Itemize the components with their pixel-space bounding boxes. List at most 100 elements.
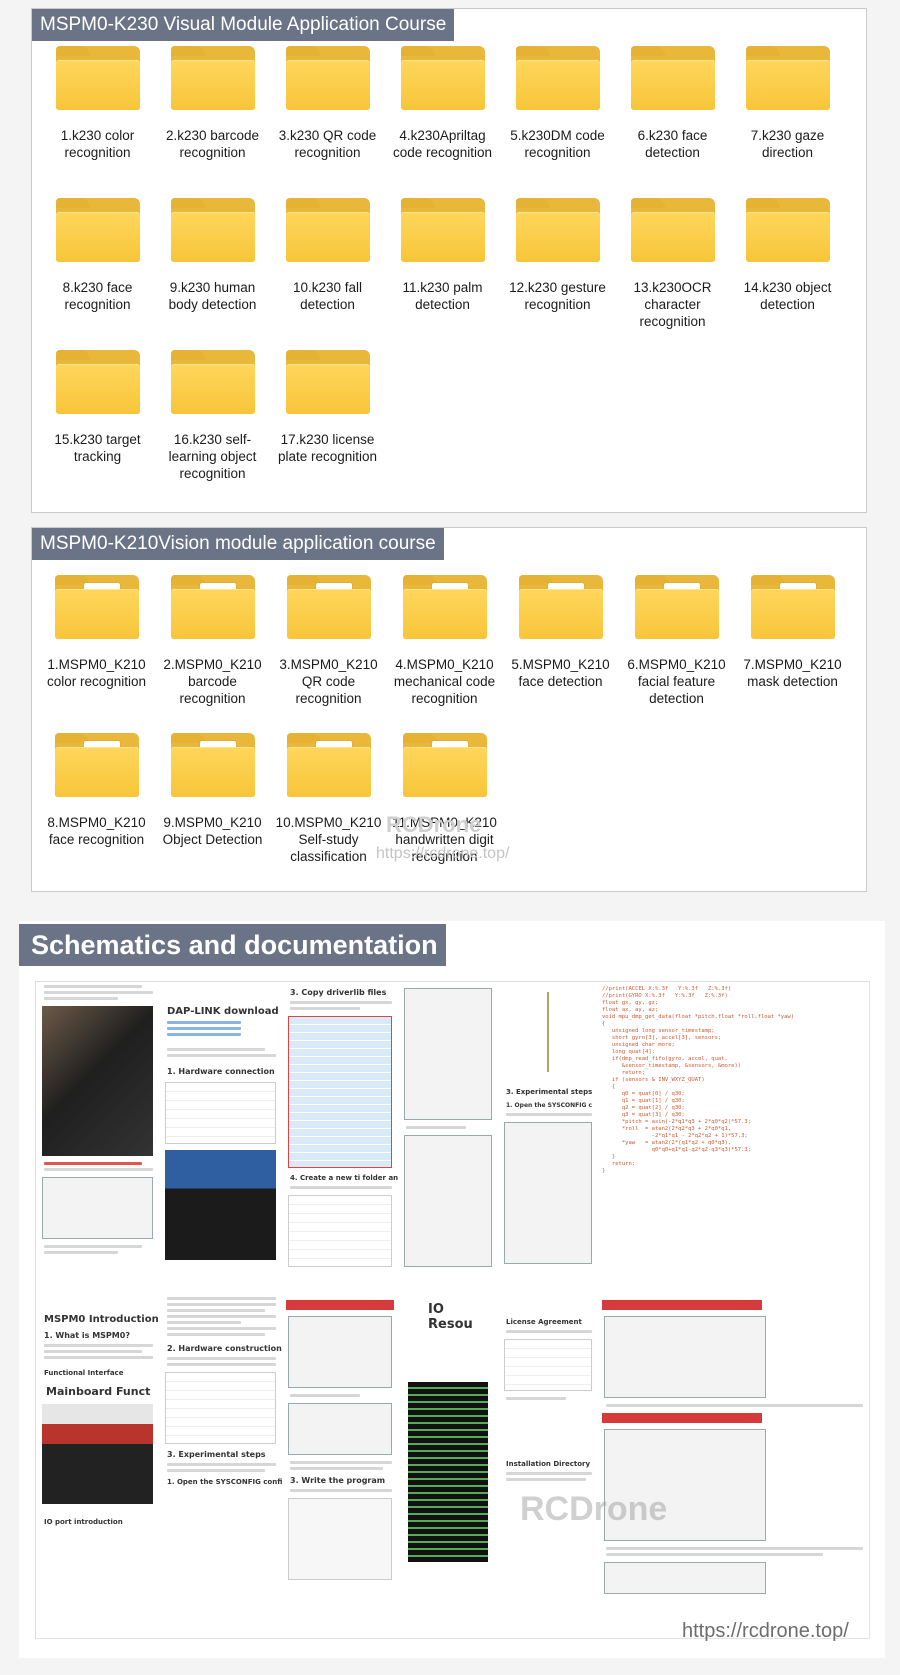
folder-label: 11.k230 palm detection	[402, 280, 483, 312]
folder-icon	[286, 575, 372, 641]
doc-thumb-code-listing[interactable]: //print(ACCEL X:%.3f Y:%.3f Z:%.3f) //pr…	[598, 982, 870, 1295]
folder-icon	[285, 46, 371, 112]
folder-icon	[170, 350, 256, 416]
doc-thumb-daplink[interactable]: DAP-LINK download pr 1. Hardware connect…	[159, 982, 283, 1295]
watermark-brand-large: RCDrone	[520, 1490, 668, 1528]
schematics-section: Schematics and documentation DAP-LINK do…	[19, 921, 885, 1658]
folder-item[interactable]: 5.MSPM0_K210 face detection	[503, 575, 618, 690]
doc-thumb-mspm0-intro[interactable]: MSPM0 Introduction 1. What is MSPM0? Fun…	[36, 1294, 160, 1639]
folder-icon	[170, 733, 256, 799]
folder-item[interactable]: 7.k230 gaze direction	[730, 46, 845, 161]
folder-item[interactable]: 2.k230 barcode recognition	[155, 46, 270, 161]
folder-label: 12.k230 gesture recognition	[509, 280, 606, 312]
doc-thumb-license-agreement[interactable]: License Agreement Installation Directory	[498, 1294, 599, 1639]
folder-icon	[285, 198, 371, 264]
folder-icon	[400, 198, 486, 264]
folder-item[interactable]: 3.k230 QR code recognition	[270, 46, 385, 161]
folder-icon	[55, 350, 141, 416]
folder-item[interactable]: 15.k230 target tracking	[40, 350, 155, 465]
folder-item[interactable]: 6.MSPM0_K210 facial feature detection	[619, 575, 734, 707]
schematics-title: Schematics and documentation	[19, 924, 446, 966]
folder-label: 4.MSPM0_K210 mechanical code recognition	[393, 657, 496, 706]
k230-panel-title: MSPM0-K230 Visual Module Application Cou…	[32, 9, 455, 41]
folder-item[interactable]: 17.k230 license plate recognition	[270, 350, 385, 465]
doc-thumb-io-resources[interactable]: IO Resou	[398, 1294, 499, 1639]
folder-label: 6.k230 face detection	[637, 128, 708, 160]
folder-icon	[285, 350, 371, 416]
folder-icon	[745, 46, 831, 112]
k210-course-panel: MSPM0-K210Vision module application cour…	[31, 527, 867, 892]
folder-label: 4.k230Apriltag code recognition	[392, 128, 493, 160]
folder-icon	[750, 575, 836, 641]
folder-label: 13.k230OCR character recognition	[633, 280, 712, 329]
folder-icon	[170, 575, 256, 641]
folder-item[interactable]: 2.MSPM0_K210 barcode recognition	[155, 575, 270, 707]
folder-icon	[630, 198, 716, 264]
folder-item[interactable]: 3.MSPM0_K210 QR code recognition	[271, 575, 386, 707]
folder-item[interactable]: 7.MSPM0_K210 mask detection	[735, 575, 850, 690]
folder-label: 3.k230 QR code recognition	[278, 128, 377, 160]
folder-label: 14.k230 object detection	[743, 280, 832, 312]
folder-icon	[402, 733, 488, 799]
folder-item[interactable]: 13.k230OCR character recognition	[615, 198, 730, 330]
folder-item[interactable]: 10.MSPM0_K210 Self-study classification	[271, 733, 386, 865]
doc-thumb-create-project[interactable]	[598, 1294, 870, 1639]
folder-item[interactable]: 11.MSPM0_K210 handwritten digit recognit…	[387, 733, 502, 865]
k210-panel-title: MSPM0-K210Vision module application cour…	[32, 528, 444, 560]
doc-thumb-write-program[interactable]: 3. Write the program	[282, 1294, 399, 1639]
folder-icon	[402, 575, 488, 641]
folder-item[interactable]: 9.k230 human body detection	[155, 198, 270, 313]
folder-item[interactable]: 16.k230 self-learning object recognition	[155, 350, 270, 482]
folder-label: 15.k230 target tracking	[54, 432, 141, 464]
folder-label: 6.MSPM0_K210 facial feature detection	[627, 657, 726, 706]
folder-label: 1.k230 color recognition	[60, 128, 135, 160]
folder-label: 17.k230 license plate recognition	[277, 432, 378, 464]
folder-item[interactable]: 10.k230 fall detection	[270, 198, 385, 313]
folder-label: 11.MSPM0_K210 handwritten digit recognit…	[392, 815, 497, 864]
folder-item[interactable]: 6.k230 face detection	[615, 46, 730, 161]
folder-item[interactable]: 4.MSPM0_K210 mechanical code recognition	[387, 575, 502, 707]
folder-icon	[55, 198, 141, 264]
k230-course-panel: MSPM0-K230 Visual Module Application Cou…	[31, 8, 867, 513]
folder-item[interactable]: 12.k230 gesture recognition	[500, 198, 615, 313]
folder-label: 5.k230DM code recognition	[510, 128, 605, 160]
folder-icon	[55, 46, 141, 112]
folder-icon	[745, 198, 831, 264]
folder-label: 10.MSPM0_K210 Self-study classification	[275, 815, 382, 864]
folder-label: 1.MSPM0_K210 color recognition	[46, 657, 147, 689]
folder-label: 3.MSPM0_K210 QR code recognition	[279, 657, 378, 706]
doc-thumb-burning-mode[interactable]	[36, 982, 160, 1295]
folder-label: 7.MSPM0_K210 mask detection	[743, 657, 842, 689]
folder-label: 10.k230 fall detection	[292, 280, 363, 312]
folder-label: 16.k230 self-learning object recognition	[168, 432, 257, 481]
folder-icon	[515, 198, 601, 264]
folder-icon	[54, 733, 140, 799]
folder-label: 9.MSPM0_K210 Object Detection	[162, 815, 263, 847]
folder-icon	[518, 575, 604, 641]
folder-item[interactable]: 8.MSPM0_K210 face recognition	[39, 733, 154, 848]
watermark-url-footer: https://rcdrone.top/	[682, 1620, 849, 1642]
folder-item[interactable]: 4.k230Apriltag code recognition	[385, 46, 500, 161]
folder-icon	[515, 46, 601, 112]
folder-label: 8.MSPM0_K210 face recognition	[47, 815, 146, 847]
doc-thumb-target-options[interactable]	[398, 982, 499, 1295]
doc-thumb-experimental-steps[interactable]: 3. Experimental steps 1. Open the SYSCON…	[498, 982, 599, 1295]
folder-item[interactable]: 9.MSPM0_K210 Object Detection	[155, 733, 270, 848]
folder-label: 9.k230 human body detection	[168, 280, 257, 312]
folder-icon	[170, 198, 256, 264]
folder-item[interactable]: 1.MSPM0_K210 color recognition	[39, 575, 154, 690]
folder-label: 7.k230 gaze direction	[750, 128, 825, 160]
doc-thumb-driverlib[interactable]: 3. Copy driverlib files 4. Create a new …	[282, 982, 399, 1295]
folder-icon	[630, 46, 716, 112]
folder-item[interactable]: 14.k230 object detection	[730, 198, 845, 313]
folder-label: 2.MSPM0_K210 barcode recognition	[163, 657, 262, 706]
folder-item[interactable]: 8.k230 face recognition	[40, 198, 155, 313]
folder-icon	[400, 46, 486, 112]
documentation-thumbnail-grid: DAP-LINK download pr 1. Hardware connect…	[35, 981, 870, 1639]
folder-item[interactable]: 1.k230 color recognition	[40, 46, 155, 161]
doc-thumb-counter-timer[interactable]: 2. Hardware construction 3. Experimental…	[159, 1294, 283, 1639]
folder-item[interactable]: 5.k230DM code recognition	[500, 46, 615, 161]
folder-item[interactable]: 11.k230 palm detection	[385, 198, 500, 313]
folder-label: 2.k230 barcode recognition	[165, 128, 260, 160]
folder-icon	[286, 733, 372, 799]
